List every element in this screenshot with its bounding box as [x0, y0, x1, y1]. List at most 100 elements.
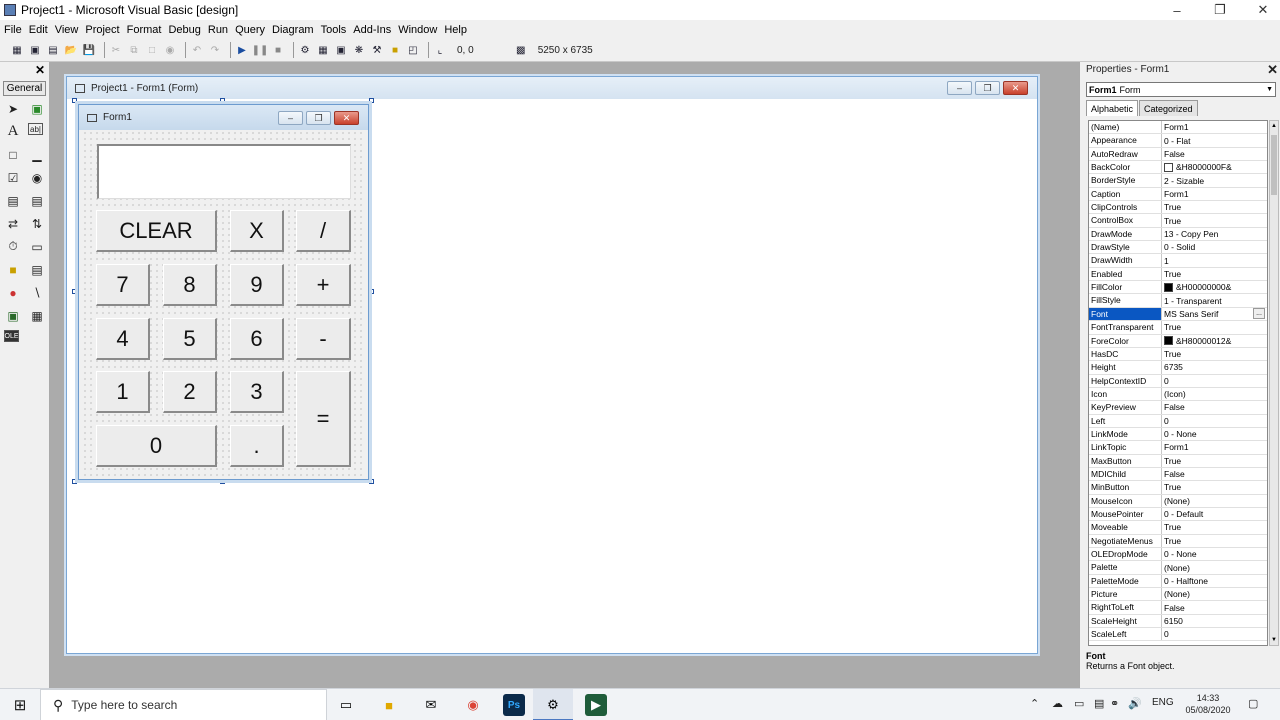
property-row[interactable]: Left 0	[1089, 414, 1267, 428]
property-row[interactable]: LinkMode 0 - None	[1089, 427, 1267, 442]
save-project-icon[interactable]: 💾	[82, 43, 96, 57]
menu-window[interactable]: Window	[398, 24, 437, 36]
property-row[interactable]: DrawWidth 1	[1089, 254, 1267, 268]
vscrollbar-tool-icon[interactable]: ⇅	[28, 215, 46, 232]
textbox-tool-icon[interactable]: ab|	[28, 123, 43, 135]
taskbar-search[interactable]: ⚲ Type here to search	[40, 689, 327, 720]
menu-tools[interactable]: Tools	[321, 24, 347, 36]
hscrollbar-tool-icon[interactable]: ⇄	[4, 215, 22, 232]
volume-icon[interactable]: 🔊	[1128, 697, 1142, 710]
one-button[interactable]: 1	[96, 371, 150, 413]
properties-window-icon[interactable]: ▦	[316, 43, 330, 57]
property-row[interactable]: BorderStyle 2 - Sizable	[1089, 174, 1267, 188]
property-row[interactable]: MinButton True	[1089, 481, 1267, 495]
property-value[interactable]: (None)	[1162, 495, 1267, 507]
globe-icon[interactable]: ⚭	[1110, 697, 1119, 710]
start-icon[interactable]: ▶	[235, 43, 249, 57]
form1-client-area[interactable]: CLEAR X / 7 8 9 + 4 5 6 - 1 2 3 = 0 .	[82, 130, 365, 476]
minimize-button[interactable]: –	[1160, 0, 1194, 20]
equals-button[interactable]: =	[296, 371, 351, 467]
task-view-icon[interactable]: ▭	[335, 694, 357, 716]
cut-icon[interactable]: ✂	[109, 43, 123, 57]
property-value[interactable]: 0 - Solid	[1162, 241, 1267, 253]
property-row[interactable]: Font MS Sans Serif...	[1089, 307, 1267, 322]
label-tool-icon[interactable]: A	[4, 123, 22, 140]
drivelistbox-tool-icon[interactable]: ▭	[28, 238, 46, 255]
ole-tool-icon[interactable]: OLE	[4, 330, 19, 342]
timer-tool-icon[interactable]: ⏱	[4, 238, 22, 255]
redo-icon[interactable]: ↷	[208, 43, 222, 57]
property-value[interactable]: 0 - Default	[1162, 508, 1267, 520]
four-button[interactable]: 4	[96, 318, 150, 360]
selection-handle[interactable]	[369, 98, 374, 103]
commandbutton-tool-icon[interactable]: ▁	[28, 146, 46, 163]
property-row[interactable]: ClipControls True	[1089, 201, 1267, 215]
property-value[interactable]: (None)	[1162, 561, 1267, 573]
form1-window[interactable]: Form1 – ❐ ✕ CLEAR X / 7 8 9 + 4 5 6 - 1 …	[78, 104, 369, 480]
property-row[interactable]: ScaleLeft 0	[1089, 628, 1267, 642]
menu-project[interactable]: Project	[85, 24, 119, 36]
cloud-icon[interactable]: ☁	[1052, 697, 1063, 710]
property-value[interactable]: 0 - Halftone	[1162, 575, 1267, 587]
property-value[interactable]: True	[1162, 214, 1267, 226]
toolbox-tab-general[interactable]: General	[3, 81, 46, 96]
property-value[interactable]: 1 - Transparent	[1162, 294, 1267, 306]
break-icon[interactable]: ❚❚	[252, 43, 269, 57]
form-layout-icon[interactable]: ▣	[334, 43, 348, 57]
property-value[interactable]: 6735	[1162, 361, 1267, 373]
designer-title-bar[interactable]: Project1 - Form1 (Form)	[67, 77, 1037, 99]
zero-button[interactable]: 0	[96, 425, 217, 467]
property-value[interactable]: &H80000012&	[1162, 335, 1267, 347]
property-value[interactable]: 2 - Sizable	[1162, 174, 1267, 186]
tab-alphabetic[interactable]: Alphabetic	[1086, 100, 1139, 116]
designer-restore-button[interactable]: ❐	[975, 81, 1000, 95]
property-row[interactable]: DrawStyle 0 - Solid	[1089, 241, 1267, 255]
minus-button[interactable]: -	[296, 318, 351, 360]
selection-handle[interactable]	[220, 98, 225, 103]
frame-tool-icon[interactable]: □	[4, 146, 22, 163]
chrome-icon[interactable]: ◉	[462, 694, 484, 716]
add-form-icon[interactable]: ▣	[28, 43, 42, 57]
menu-editor-icon[interactable]: ▤	[46, 43, 60, 57]
find-icon[interactable]: ◉	[163, 43, 177, 57]
form1-maximize-button[interactable]: ❐	[306, 111, 331, 125]
property-value[interactable]: 0	[1162, 628, 1267, 640]
menu-diagram[interactable]: Diagram	[272, 24, 314, 36]
property-row[interactable]: MaxButton True	[1089, 454, 1267, 468]
property-value[interactable]: &H00000000&	[1162, 281, 1267, 293]
property-row[interactable]: MouseIcon (None)	[1089, 494, 1267, 508]
photoshop-icon[interactable]: Ps	[503, 694, 525, 716]
property-value[interactable]: True	[1162, 455, 1267, 467]
windows-start-icon[interactable]: ⊞	[0, 689, 40, 720]
data-tool-icon[interactable]: ▦	[28, 307, 46, 324]
selection-handle[interactable]	[72, 289, 77, 294]
property-row[interactable]: FillStyle 1 - Transparent	[1089, 294, 1267, 308]
object-browser-icon[interactable]: ❋	[352, 43, 366, 57]
property-value[interactable]: True	[1162, 268, 1267, 280]
menu-view[interactable]: View	[55, 24, 79, 36]
selection-handle[interactable]	[72, 479, 77, 484]
property-row[interactable]: NegotiateMenus True	[1089, 534, 1267, 548]
property-row[interactable]: Caption Form1	[1089, 187, 1267, 202]
property-value[interactable]: 0	[1162, 375, 1267, 387]
line-tool-icon[interactable]: ∖	[28, 284, 46, 301]
six-button[interactable]: 6	[230, 318, 284, 360]
menu-add-ins[interactable]: Add-Ins	[353, 24, 391, 36]
property-value[interactable]: 6150	[1162, 615, 1267, 627]
property-row[interactable]: RightToLeft False	[1089, 601, 1267, 615]
property-row[interactable]: ControlBox True	[1089, 214, 1267, 228]
property-value[interactable]: True	[1162, 321, 1267, 333]
property-row[interactable]: Enabled True	[1089, 267, 1267, 282]
nine-button[interactable]: 9	[230, 264, 284, 306]
property-value[interactable]: True	[1162, 521, 1267, 533]
property-value[interactable]: 0 - None	[1162, 428, 1267, 440]
system-clock[interactable]: 14:33 05/08/2020	[1180, 692, 1236, 716]
property-row[interactable]: Moveable True	[1089, 521, 1267, 535]
tab-categorized[interactable]: Categorized	[1139, 100, 1198, 116]
menu-edit[interactable]: Edit	[29, 24, 48, 36]
property-value[interactable]: MS Sans Serif...	[1162, 308, 1267, 320]
property-row[interactable]: LinkTopic Form1	[1089, 441, 1267, 455]
project-explorer-icon[interactable]: ⚙	[298, 43, 312, 57]
selection-handle[interactable]	[369, 289, 374, 294]
form1-minimize-button[interactable]: –	[278, 111, 303, 125]
